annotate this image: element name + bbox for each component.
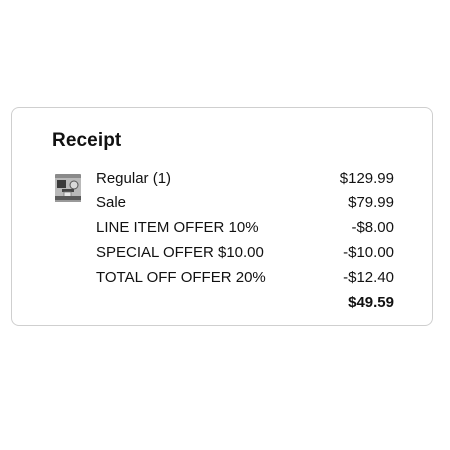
- espresso-machine-icon: [55, 174, 81, 202]
- line-item-row: Regular (1) $129.99: [96, 168, 394, 190]
- line-label: Sale: [96, 194, 127, 211]
- line-item-row: SPECIAL OFFER $10.00 -$10.00: [96, 242, 394, 264]
- line-item-row: LINE ITEM OFFER 10% -$8.00: [96, 217, 394, 239]
- line-amount: $79.99: [348, 194, 394, 211]
- product-thumbnail: [53, 172, 83, 204]
- line-item-row: Sale $79.99: [96, 192, 394, 214]
- total-row: $49.59: [96, 292, 394, 314]
- receipt-title: Receipt: [52, 130, 122, 151]
- line-amount: -$10.00: [343, 244, 394, 261]
- receipt-card: Receipt Regular (1) $129.99 Sale $79.99 …: [11, 107, 433, 326]
- line-label: SPECIAL OFFER $10.00: [96, 244, 264, 261]
- line-amount: -$8.00: [351, 219, 394, 236]
- total-amount: $49.59: [348, 294, 394, 311]
- line-label: TOTAL OFF OFFER 20%: [96, 269, 266, 286]
- line-item-row: TOTAL OFF OFFER 20% -$12.40: [96, 267, 394, 289]
- line-amount: $129.99: [339, 170, 394, 187]
- line-label: Regular (1): [96, 170, 172, 187]
- line-amount: -$12.40: [343, 269, 394, 286]
- line-label: LINE ITEM OFFER 10%: [96, 219, 259, 236]
